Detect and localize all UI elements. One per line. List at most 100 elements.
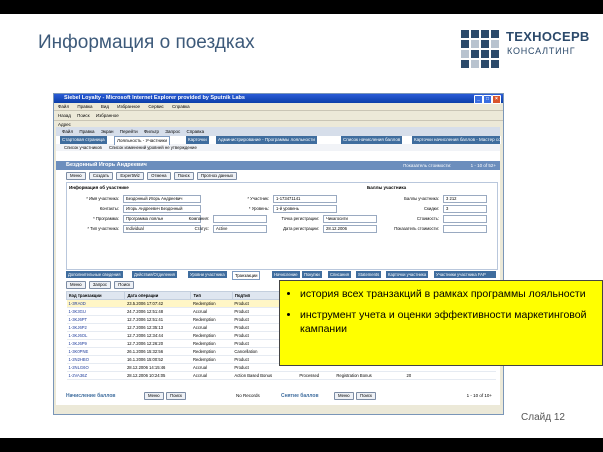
table-cell-type: Accrual: [190, 371, 233, 380]
points-field[interactable]: 3 212: [443, 195, 487, 203]
tab-detail[interactable]: Покупки: [302, 271, 323, 278]
table-cell-id[interactable]: 1-2NLG6O: [66, 363, 125, 372]
search-button[interactable]: Поиск: [77, 113, 89, 118]
column-header[interactable]: Тип: [190, 291, 233, 300]
table-cell-points: 20: [404, 371, 476, 380]
table-cell-date: 12.7.2006 12:26:20: [124, 339, 191, 348]
menu-item[interactable]: Правка: [77, 104, 92, 109]
close-icon[interactable]: ×: [492, 95, 501, 104]
reg-date-field[interactable]: 28.12.2006: [323, 225, 377, 233]
forecast-button[interactable]: Прогноз данных: [196, 172, 238, 180]
table-cell-type: Accrual: [190, 307, 233, 316]
balance-field[interactable]: 3: [443, 205, 487, 213]
redemption-pager: 1 - 10 of 10+: [466, 393, 492, 398]
accrual-search-button[interactable]: Поиск: [166, 392, 186, 400]
reg-point-field[interactable]: Чикагосити: [323, 215, 377, 223]
tab-detail[interactable]: Списания: [328, 271, 352, 278]
contact-field[interactable]: Игорь Андреевич Бездонный: [123, 205, 201, 213]
app-menu-item[interactable]: Перейти: [120, 129, 138, 134]
menu-item[interactable]: Файл: [58, 104, 69, 109]
column-header[interactable]: Дата операции: [124, 291, 192, 300]
app-menu-item[interactable]: Запрос: [165, 129, 180, 134]
cancel-button[interactable]: Отмена: [147, 172, 171, 180]
app-menu-item[interactable]: Справка: [186, 129, 204, 134]
table-cell-date: 23.5.2006 17:07:42: [124, 299, 191, 308]
score-field-label: Показатель стоимости:: [394, 226, 439, 231]
column-header[interactable]: Код транзакции: [65, 291, 126, 300]
pager-text: 1 - 10 of 52+: [470, 163, 496, 168]
company-field[interactable]: [213, 215, 267, 223]
list-search-button[interactable]: Поиск: [114, 281, 135, 289]
create-button[interactable]: Создать: [88, 172, 114, 180]
table-cell-id[interactable]: 1-3K3GU: [66, 307, 125, 316]
list-query-button[interactable]: Запрос: [88, 281, 112, 289]
tab-detail[interactable]: Начисление: [272, 271, 301, 278]
sub-link[interactable]: Список участников: [64, 145, 102, 150]
menu-item[interactable]: Избранное: [117, 104, 140, 109]
search-button[interactable]: Поиск: [173, 172, 194, 180]
joined-field[interactable]: [443, 215, 487, 223]
table-cell-date: 26.1.2006 15:32:56: [124, 347, 191, 356]
tab-admin-programs[interactable]: Администрирование - Программы лояльности: [216, 136, 318, 144]
tab-accrual-list[interactable]: Список начисления баллов: [341, 136, 404, 144]
table-cell-id[interactable]: 1-3KJ6P9: [66, 339, 125, 348]
menu-item[interactable]: Сервис: [148, 104, 163, 109]
back-button[interactable]: Назад: [58, 113, 71, 118]
minimize-icon[interactable]: _: [474, 95, 483, 104]
redemption-applet-title: Снятие баллов: [281, 393, 319, 399]
favorites-button[interactable]: Избранное: [96, 113, 119, 118]
sub-link[interactable]: Список изменений уровней не утверждение: [109, 145, 197, 150]
status-field[interactable]: Active: [213, 225, 267, 233]
tab-transactions[interactable]: Транзакции: [232, 271, 261, 280]
table-cell-id[interactable]: 1-2VA36Z: [66, 371, 125, 380]
tab-accrual-wizard[interactable]: Карточки начисления баллов - Мастер созд…: [412, 136, 501, 144]
sub-links: Список участников Список изменений уровн…: [56, 144, 500, 151]
table-cell-id[interactable]: 1-3K0PNE: [66, 347, 125, 356]
joined-label: Стоимость:: [416, 216, 439, 221]
redemption-menu-button[interactable]: Меню: [334, 392, 354, 400]
menu-item[interactable]: Справка: [172, 104, 190, 109]
browser-window: Siebel Loyalty - Microsoft Internet Expl…: [53, 93, 504, 415]
redemption-search-button[interactable]: Поиск: [356, 392, 376, 400]
menu-item[interactable]: Вид: [101, 104, 109, 109]
accrual-applet-title: Начисление баллов: [66, 393, 116, 399]
tab-cards[interactable]: Карточки: [186, 136, 210, 144]
tab-detail[interactable]: Уровни участника: [188, 271, 228, 278]
expertwiz-button[interactable]: ExpertWiz: [116, 172, 144, 180]
name-field[interactable]: Бездонный Игорь Андреевич: [123, 195, 201, 203]
table-row[interactable]: 1-2VA36Z 28.12.2006 10:24:05 Accrual Action…: [66, 371, 496, 380]
tab-detail[interactable]: Карточки участника: [386, 271, 430, 278]
tab-detail[interactable]: Дополнительные сведения: [66, 271, 124, 278]
level-label: * Уровень:: [248, 206, 269, 211]
app-menu-item[interactable]: Экран: [101, 129, 114, 134]
table-cell-id[interactable]: 1-3KJ6PT: [66, 315, 125, 324]
level-field[interactable]: 1-й уровень: [273, 205, 337, 213]
accrual-menu-button[interactable]: Меню: [144, 392, 164, 400]
app-menu-item[interactable]: Правка: [79, 129, 94, 134]
score-field[interactable]: [443, 225, 487, 233]
menu-button[interactable]: Меню: [66, 172, 86, 180]
tab-loyalty-members[interactable]: Лояльность - Участники: [114, 136, 171, 145]
browser-toolbar: Назад Поиск Избранное: [54, 110, 503, 120]
browser-titlebar: Siebel Loyalty - Microsoft Internet Expl…: [54, 94, 503, 104]
table-cell-id[interactable]: 1-3RA0D: [66, 299, 125, 308]
table-cell-subtype: Action Based Bonus: [232, 371, 298, 380]
tab-detail[interactable]: Statements: [356, 271, 383, 278]
app-menu-item[interactable]: Фильтр: [144, 129, 159, 134]
tab-detail[interactable]: Действия/Отделения: [132, 271, 178, 278]
callout-list: история всех транзакций в рамках програм…: [288, 287, 594, 336]
table-cell-type: Redemption: [190, 331, 233, 340]
tab-detail[interactable]: Участники участника FAP: [434, 271, 497, 278]
maximize-icon[interactable]: □: [483, 95, 492, 104]
browser-title: Siebel Loyalty - Microsoft Internet Expl…: [64, 95, 245, 101]
member-no-field[interactable]: 1-173471141: [273, 195, 337, 203]
table-cell-id[interactable]: 1-3KJ6P2: [66, 323, 125, 332]
list-menu-button[interactable]: Меню: [66, 281, 86, 289]
detail-tabs: Дополнительные сведения Действия/Отделен…: [66, 271, 497, 280]
table-cell-id[interactable]: 1-2N2HBO: [66, 355, 125, 364]
table-cell-date: 28.12.2006 10:24:05: [124, 371, 191, 380]
table-cell-id[interactable]: 1-3KJ6OL: [66, 331, 125, 340]
contact-label: Контакты:: [99, 206, 119, 211]
app-menu-item[interactable]: Файл: [62, 129, 73, 134]
tab-home[interactable]: Стартовая страница: [60, 136, 108, 144]
